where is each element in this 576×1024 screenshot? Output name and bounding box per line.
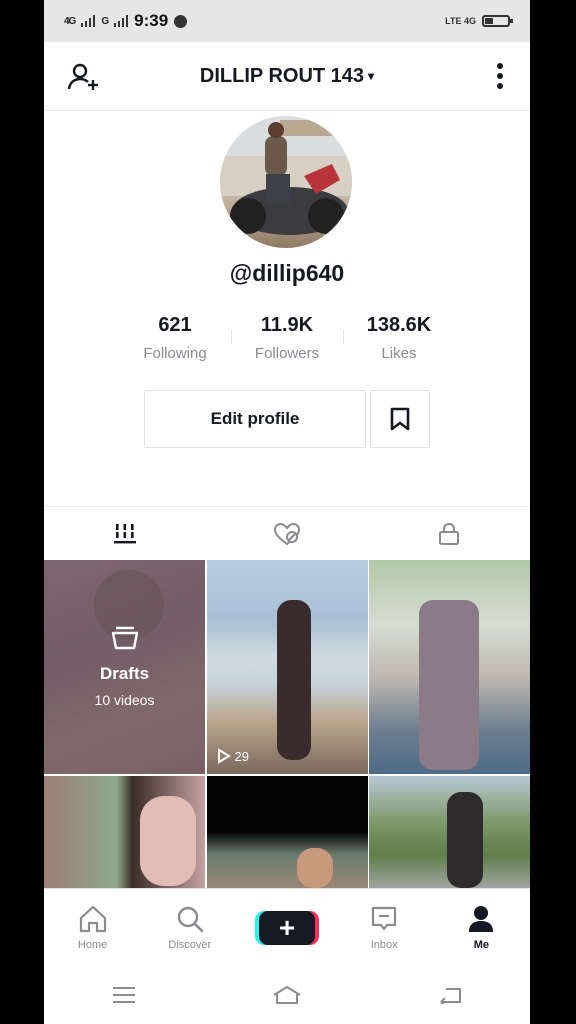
followers-label: Followers <box>254 345 320 362</box>
nav-inbox-label: Inbox <box>370 939 398 951</box>
notification-icon <box>174 14 188 28</box>
play-count: 29 <box>217 748 249 764</box>
favorites-button[interactable] <box>370 390 430 448</box>
phone-screen: 4G G 9:39 LTE 4G DILLIP ROUT 143 ▾ @dill… <box>44 0 530 1024</box>
signal-bars-icon <box>81 15 96 27</box>
menu-icon[interactable] <box>112 986 136 1004</box>
avatar[interactable] <box>220 116 352 248</box>
videos-grid-icon <box>114 524 136 544</box>
tab-private[interactable] <box>368 507 530 561</box>
video-grid: Drafts 10 videos 29 <box>44 560 530 888</box>
thumbnail-person <box>296 847 333 888</box>
create-plus-symbol: + <box>278 912 296 943</box>
video-thumbnail[interactable] <box>369 560 530 774</box>
likes-label: Likes <box>381 345 417 362</box>
liked-videos-icon <box>273 522 301 546</box>
thumbnail-person <box>276 600 311 760</box>
home-icon <box>79 905 106 933</box>
bookmark-icon <box>390 407 410 431</box>
play-count-value: 29 <box>234 748 249 764</box>
video-thumbnail[interactable] <box>369 775 530 888</box>
drafts-count: 10 videos <box>94 692 155 708</box>
nav-inbox[interactable]: Inbox <box>336 889 433 967</box>
create-plus-icon: + <box>259 911 315 945</box>
tab-liked[interactable] <box>206 507 368 561</box>
network-type: LTE 4G <box>445 16 476 26</box>
stat-divider <box>231 330 232 344</box>
drafts-tile[interactable]: Drafts 10 videos <box>44 560 205 774</box>
followers-count: 11.9K <box>260 314 314 336</box>
battery-fill <box>485 18 493 24</box>
content-tabs <box>44 506 530 562</box>
drafts-icon <box>111 626 138 650</box>
add-user-icon[interactable] <box>68 62 100 92</box>
sim1-signal-icon: 4G <box>64 15 76 27</box>
profile-icon <box>469 906 494 932</box>
nav-home-label: Home <box>77 939 108 951</box>
following-count: 621 <box>158 314 192 336</box>
inbox-icon <box>372 906 397 931</box>
stat-divider <box>343 330 344 344</box>
private-lock-icon <box>439 522 459 545</box>
back-icon[interactable] <box>438 986 462 1004</box>
system-navigation <box>44 966 530 1024</box>
system-home-icon[interactable] <box>272 985 302 1005</box>
nav-discover-label: Discover <box>168 939 212 951</box>
more-options-icon[interactable] <box>496 62 504 90</box>
nav-me[interactable]: Me <box>433 889 530 967</box>
search-icon <box>177 906 204 933</box>
nav-home[interactable]: Home <box>44 889 141 967</box>
nav-me-label: Me <box>473 939 490 951</box>
stat-likes[interactable]: 138.6K Likes <box>343 312 455 368</box>
profile-header: DILLIP ROUT 143 ▾ <box>44 42 530 111</box>
avatar-photo <box>220 116 352 235</box>
stat-following[interactable]: 621 Following <box>119 312 231 368</box>
video-thumbnail[interactable]: 29 <box>206 560 368 774</box>
edit-profile-button[interactable]: Edit profile <box>144 390 366 448</box>
chevron-down-icon: ▾ <box>368 69 375 83</box>
profile-stats: 621 Following 11.9K Followers 138.6K Lik… <box>119 312 455 368</box>
account-switcher[interactable]: DILLIP ROUT 143 ▾ <box>200 65 374 88</box>
drafts-overlay: Drafts 10 videos <box>44 560 205 774</box>
thumbnail-person <box>140 795 196 886</box>
username: @dillip640 <box>229 260 345 286</box>
thumbnail-person <box>419 600 479 770</box>
thumbnail-person <box>447 791 483 888</box>
nav-create[interactable]: + <box>238 889 335 967</box>
battery-icon <box>482 15 513 27</box>
signal-bars-2-icon <box>114 15 129 27</box>
page-title: DILLIP ROUT 143 <box>199 64 365 87</box>
stat-followers[interactable]: 11.9K Followers <box>231 312 343 368</box>
play-icon <box>217 748 231 764</box>
following-label: Following <box>143 345 207 362</box>
tab-videos[interactable] <box>44 507 206 562</box>
status-bar: 4G G 9:39 LTE 4G <box>44 0 530 42</box>
nav-discover[interactable]: Discover <box>141 889 238 967</box>
sim2-signal-icon: G <box>101 15 109 27</box>
likes-count: 138.6K <box>366 314 432 336</box>
video-thumbnail[interactable] <box>44 775 205 888</box>
bottom-navigation: Home Discover + Inbox Me <box>44 888 530 967</box>
drafts-title: Drafts <box>99 664 150 683</box>
status-time: 9:39 <box>134 11 169 30</box>
video-thumbnail[interactable] <box>206 775 368 888</box>
